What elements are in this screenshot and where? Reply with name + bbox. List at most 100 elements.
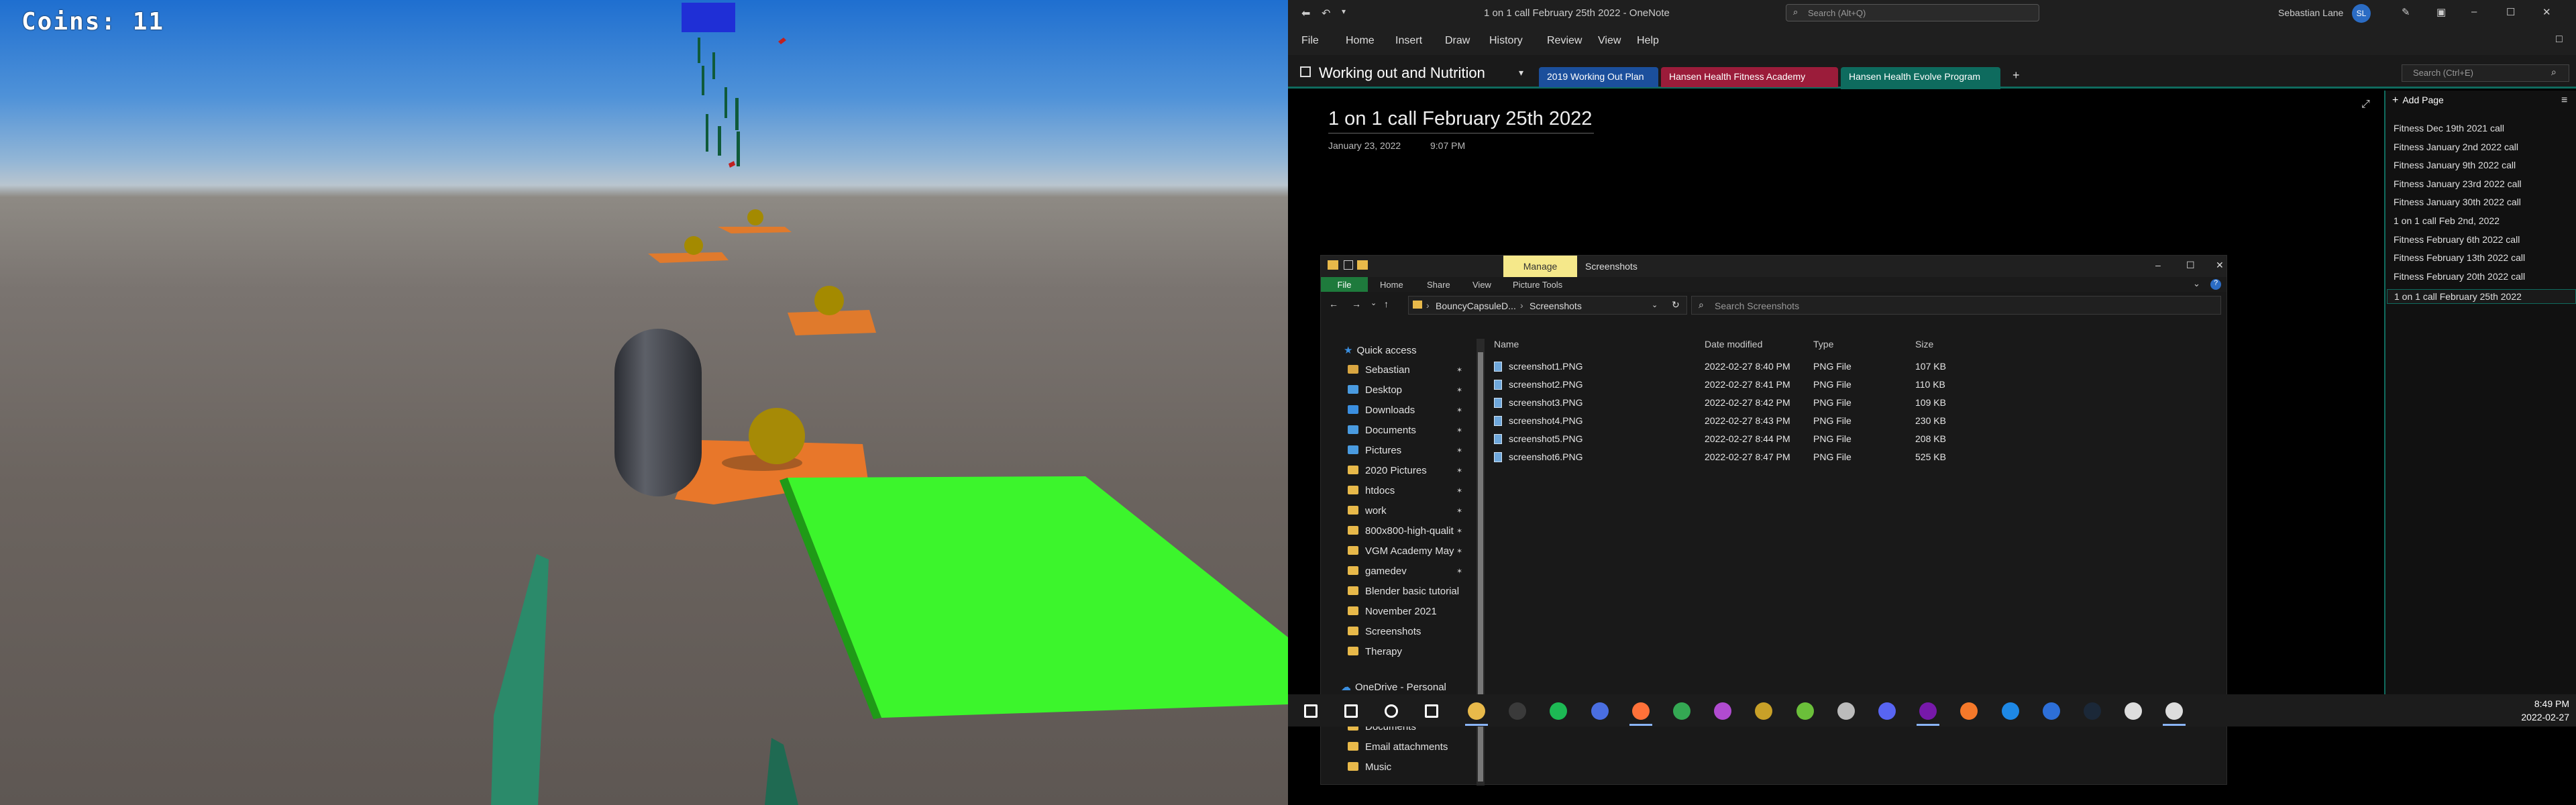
column-type[interactable]: Type (1813, 339, 1833, 350)
menu-file[interactable]: File (1301, 35, 1319, 47)
unity-hub-icon[interactable] (2125, 702, 2143, 720)
menu-review[interactable]: Review (1547, 35, 1582, 47)
forward-arrow-icon[interactable]: → (1352, 299, 1361, 309)
add-page-button[interactable]: + Add Page (2392, 95, 2444, 107)
user-name[interactable]: Sebastian Lane (2278, 7, 2343, 18)
avatar[interactable]: SL (2352, 4, 2371, 23)
task-view-icon[interactable] (1425, 704, 1438, 718)
page-item[interactable]: Fitness January 23rd 2022 call (2394, 178, 2522, 189)
properties-icon[interactable] (1344, 260, 1353, 270)
ribbon-view[interactable]: View (1472, 280, 1491, 290)
new-folder-icon[interactable] (1357, 260, 1368, 270)
table-row[interactable]: screenshot4.PNG 2022-02-27 8:43 PM PNG Fil… (1485, 413, 1968, 429)
close-icon[interactable]: ✕ (2542, 6, 2551, 18)
nav-item-desktop[interactable]: Desktop (1348, 384, 1402, 396)
back-icon[interactable]: ⬅ (1301, 7, 1310, 20)
ribbon-file[interactable]: File (1321, 277, 1368, 292)
onedrive[interactable]: ☁ OneDrive - Personal (1341, 681, 1446, 693)
quick-access[interactable]: ★ Quick access (1344, 344, 1417, 356)
page-item[interactable]: Fitness Dec 19th 2021 call (2394, 123, 2504, 133)
refresh-icon[interactable]: ↻ (1672, 299, 1680, 311)
minimize-icon[interactable]: – (2155, 260, 2161, 270)
minimize-icon[interactable]: – (2471, 6, 2477, 17)
share-icon[interactable]: □ (2556, 34, 2563, 46)
sourcetree-icon[interactable] (2042, 702, 2060, 720)
back-arrow-icon[interactable]: ← (1329, 299, 1338, 309)
sort-icon[interactable]: ≡ (2561, 95, 2567, 107)
close-icon[interactable]: ✕ (2216, 260, 2224, 271)
ribbon-share[interactable]: Share (1427, 280, 1450, 290)
explorer-search[interactable]: ⌕ Search Screenshots (1691, 296, 2221, 315)
page-item[interactable]: Fitness February 20th 2022 call (2394, 271, 2525, 282)
ribbon-picture-tools[interactable]: Picture Tools (1513, 280, 1562, 290)
table-row[interactable]: screenshot2.PNG 2022-02-27 8:41 PM PNG Fil… (1485, 377, 1968, 393)
firefox-icon[interactable] (1631, 702, 1650, 720)
nav-item-therapy[interactable]: Therapy (1348, 646, 1402, 657)
spotify-icon[interactable] (1550, 702, 1568, 720)
nav-item-gamedev[interactable]: gamedev (1348, 566, 1407, 577)
recent-chevron-icon[interactable]: ⌄ (1371, 299, 1377, 307)
onedrive-item-email-attachments[interactable]: Email attachments (1348, 741, 1448, 753)
menu-home[interactable]: Home (1346, 35, 1375, 47)
menu-help[interactable]: Help (1637, 35, 1659, 47)
obs-icon[interactable] (1509, 702, 1527, 720)
restore-ribbon-icon[interactable]: ▣ (2436, 6, 2446, 18)
table-row[interactable]: screenshot3.PNG 2022-02-27 8:42 PM PNG Fil… (1485, 395, 1968, 411)
column-name[interactable]: Name (1494, 339, 1519, 350)
table-row[interactable]: screenshot5.PNG 2022-02-27 8:44 PM PNG Fil… (1485, 431, 1968, 447)
nav-item-htdocs[interactable]: htdocs (1348, 485, 1395, 496)
page-item[interactable]: Fitness February 6th 2022 call (2394, 234, 2520, 245)
page-title[interactable]: 1 on 1 call February 25th 2022 (1328, 108, 1594, 133)
nav-item-downloads[interactable]: Downloads (1348, 405, 1415, 416)
notebook-name[interactable]: Working out and Nutrition (1319, 64, 1485, 82)
app-green-icon[interactable] (1796, 702, 1814, 720)
expand-icon[interactable]: ⤢ (2361, 99, 2370, 111)
page-item[interactable]: 1 on 1 call Feb 2nd, 2022 (2394, 215, 2500, 226)
nav-item-work[interactable]: work (1348, 505, 1387, 517)
page-item[interactable]: Fitness January 9th 2022 call (2394, 160, 2516, 170)
undo-icon[interactable]: ↶ (1322, 7, 1330, 20)
onenote-icon[interactable] (1919, 702, 1937, 720)
search-box[interactable]: ⌕ Search (Alt+Q) (1786, 4, 2039, 21)
start-icon[interactable] (1304, 704, 1318, 718)
tab-hansen-health-evolve-program[interactable]: Hansen Health Evolve Program (1841, 67, 2000, 89)
unity-icon[interactable] (2165, 702, 2184, 720)
app-purple-icon[interactable] (1714, 702, 1732, 720)
table-row[interactable]: screenshot1.PNG 2022-02-27 8:40 PM PNG Fil… (1485, 359, 1968, 375)
maximize-icon[interactable]: ☐ (2186, 260, 2195, 271)
onedrive-item-music[interactable]: Music (1348, 761, 1391, 773)
nav-item-november-2021[interactable]: November 2021 (1348, 606, 1437, 617)
pen-tool-icon[interactable] (1837, 702, 1855, 720)
page-item[interactable]: Fitness January 2nd 2022 call (2394, 142, 2518, 152)
breadcrumb-current[interactable]: Screenshots (1529, 301, 1582, 311)
discord-icon[interactable] (1878, 702, 1896, 720)
maximize-icon[interactable]: ☐ (2506, 6, 2515, 18)
chrome-icon[interactable] (1673, 702, 1690, 720)
pen-icon[interactable]: ✎ (2402, 6, 2410, 18)
address-dropdown-icon[interactable]: ⌄ (1652, 301, 1658, 309)
menu-insert[interactable]: Insert (1395, 35, 1422, 47)
notebook-dropdown-icon[interactable]: ▾ (1519, 67, 1523, 78)
app-shield-icon[interactable] (1755, 702, 1773, 720)
menu-view[interactable]: View (1598, 35, 1621, 47)
nav-item-documents[interactable]: Documents (1348, 425, 1416, 436)
system-clock[interactable]: 8:49 PM 2022-02-27 (2521, 697, 2569, 724)
table-row[interactable]: screenshot6.PNG 2022-02-27 8:47 PM PNG Fil… (1485, 449, 1968, 466)
page-item[interactable]: 1 on 1 call February 25th 2022 (2387, 289, 2576, 305)
menu-history[interactable]: History (1489, 35, 1523, 47)
steam-icon[interactable] (2084, 702, 2101, 720)
manage-tab[interactable]: Manage (1503, 256, 1577, 277)
breadcrumb-parent[interactable]: BouncyCapsuleD... (1436, 301, 1516, 311)
column-date-modified[interactable]: Date modified (1705, 339, 1762, 350)
section-search-box[interactable]: Search (Ctrl+E) ⌕ (2402, 64, 2569, 82)
page-item[interactable]: Fitness February 13th 2022 call (2394, 252, 2525, 263)
nav-item-sebastian[interactable]: Sebastian (1348, 364, 1410, 376)
nav-item-pictures[interactable]: Pictures (1348, 445, 1401, 456)
page-item[interactable]: Fitness January 30th 2022 call (2394, 197, 2521, 207)
tab-2019-working-out-plan[interactable]: 2019 Working Out Plan (1539, 67, 1658, 87)
vscode-icon[interactable] (2001, 702, 2019, 720)
blender-icon[interactable] (1960, 702, 1978, 720)
quick-access-chevron-icon[interactable]: ▾ (1342, 7, 1346, 16)
search-icon[interactable] (1344, 704, 1358, 718)
game-viewport[interactable]: Coins: 11 (0, 0, 1288, 805)
